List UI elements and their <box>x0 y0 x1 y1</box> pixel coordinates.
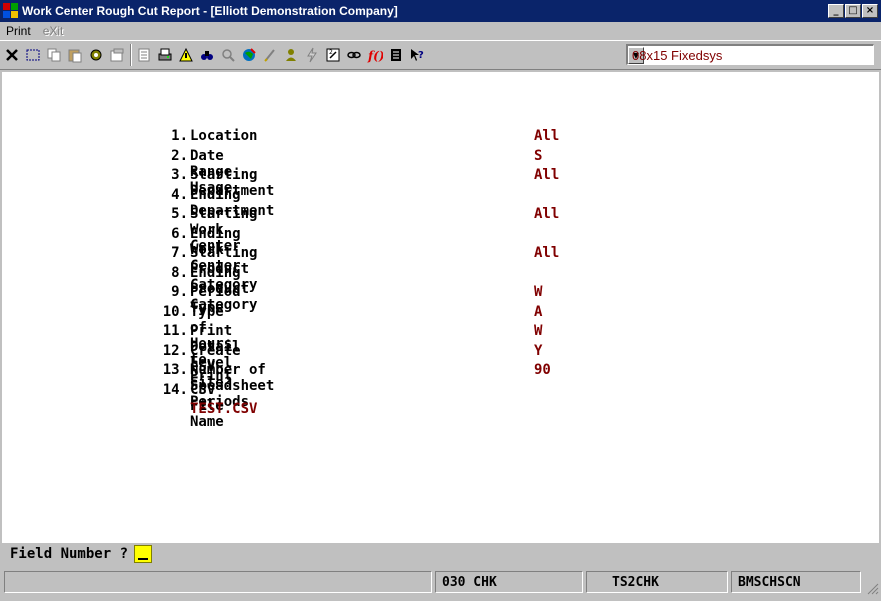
minimize-button[interactable]: _ <box>828 4 844 18</box>
field-value[interactable]: 90 <box>534 362 551 378</box>
field-number: 13. <box>162 362 188 378</box>
function-icon[interactable]: f() <box>365 44 385 66</box>
field-number: 5. <box>171 206 188 222</box>
field-number: 6. <box>171 225 188 242</box>
title-bar[interactable]: Work Center Rough Cut Report - [Elliott … <box>0 0 881 22</box>
terminal-screen: 1. Location All 2. Date Range Usage S 3. Starti… <box>2 103 879 543</box>
field-value[interactable]: All <box>534 206 559 222</box>
globe-icon[interactable] <box>239 44 259 66</box>
status-cell-program: TS2CHK <box>586 571 728 593</box>
status-bar: 030 CHK TS2CHK BMSCHSCN <box>0 567 881 601</box>
screen-top <box>2 72 879 103</box>
notes-icon[interactable] <box>134 44 154 66</box>
toolbar-separator <box>130 44 132 66</box>
help-pointer-icon[interactable]: ? <box>407 44 427 66</box>
field-number: 11. <box>162 323 188 339</box>
status-cell-screen: BMSCHSCN <box>731 571 861 593</box>
field-number: 12. <box>162 342 188 359</box>
toolbar: 2 f() ? 08x15 Fixedsys ▼ <box>0 40 881 70</box>
menu-exit[interactable]: eXit <box>37 24 70 38</box>
svg-text:f(): f() <box>367 49 383 63</box>
field-number: 9. <box>171 284 188 300</box>
csv-file-name-value[interactable]: TEST.CSV <box>190 401 257 417</box>
field-number: 2. <box>171 147 188 164</box>
maximize-button[interactable]: □ <box>845 4 861 18</box>
field-value[interactable]: All <box>534 128 559 144</box>
window-title: Work Center Rough Cut Report - [Elliott … <box>22 4 398 18</box>
close-button[interactable]: × <box>862 4 878 18</box>
field-number: 7. <box>171 245 188 261</box>
edit-icon[interactable] <box>260 44 280 66</box>
link-icon[interactable] <box>344 44 364 66</box>
field-number: 3. <box>171 167 188 183</box>
user-icon[interactable] <box>281 44 301 66</box>
paste-icon[interactable] <box>65 44 85 66</box>
field-number: 1. <box>171 128 188 144</box>
alert-icon[interactable] <box>176 44 196 66</box>
resize-grip-icon[interactable] <box>867 583 879 595</box>
prompt-line: Field Number ? <box>2 543 879 565</box>
select-icon[interactable] <box>23 44 43 66</box>
binoculars-icon[interactable] <box>197 44 217 66</box>
field-value[interactable]: Y <box>534 343 542 359</box>
field-label: Location <box>190 128 258 144</box>
lightning-icon[interactable] <box>302 44 322 66</box>
status-cell-message <box>4 571 432 593</box>
field-number: 10. <box>162 303 188 320</box>
print-icon[interactable] <box>155 44 175 66</box>
field-value[interactable]: W <box>534 323 542 339</box>
zoom-icon[interactable] <box>218 44 238 66</box>
properties-icon[interactable] <box>107 44 127 66</box>
report-icon[interactable] <box>386 44 406 66</box>
settings-icon[interactable] <box>86 44 106 66</box>
field-number: 14. <box>162 381 188 398</box>
field-value[interactable]: S <box>534 148 542 164</box>
field-value[interactable]: A <box>534 304 542 320</box>
status-cell-company: 030 CHK <box>435 571 583 593</box>
font-select-value: 08x15 Fixedsys <box>632 47 723 63</box>
field-value[interactable]: W <box>534 284 542 300</box>
field-number: 8. <box>171 264 188 281</box>
menu-bar: Print eXit <box>0 22 881 40</box>
calc-icon[interactable]: 2 <box>323 44 343 66</box>
copy-icon[interactable] <box>44 44 64 66</box>
menu-print[interactable]: Print <box>0 24 37 38</box>
prompt-text: Field Number ? <box>10 546 129 562</box>
svg-text:2: 2 <box>329 49 333 56</box>
field-value[interactable]: All <box>534 167 559 183</box>
field-number-input[interactable] <box>134 545 153 563</box>
svg-text:?: ? <box>418 50 424 61</box>
font-select[interactable]: 08x15 Fixedsys ▼ <box>626 44 874 65</box>
field-value[interactable]: All <box>534 245 559 261</box>
close-icon[interactable] <box>2 44 22 66</box>
app-icon <box>3 3 19 19</box>
field-number: 4. <box>171 186 188 203</box>
